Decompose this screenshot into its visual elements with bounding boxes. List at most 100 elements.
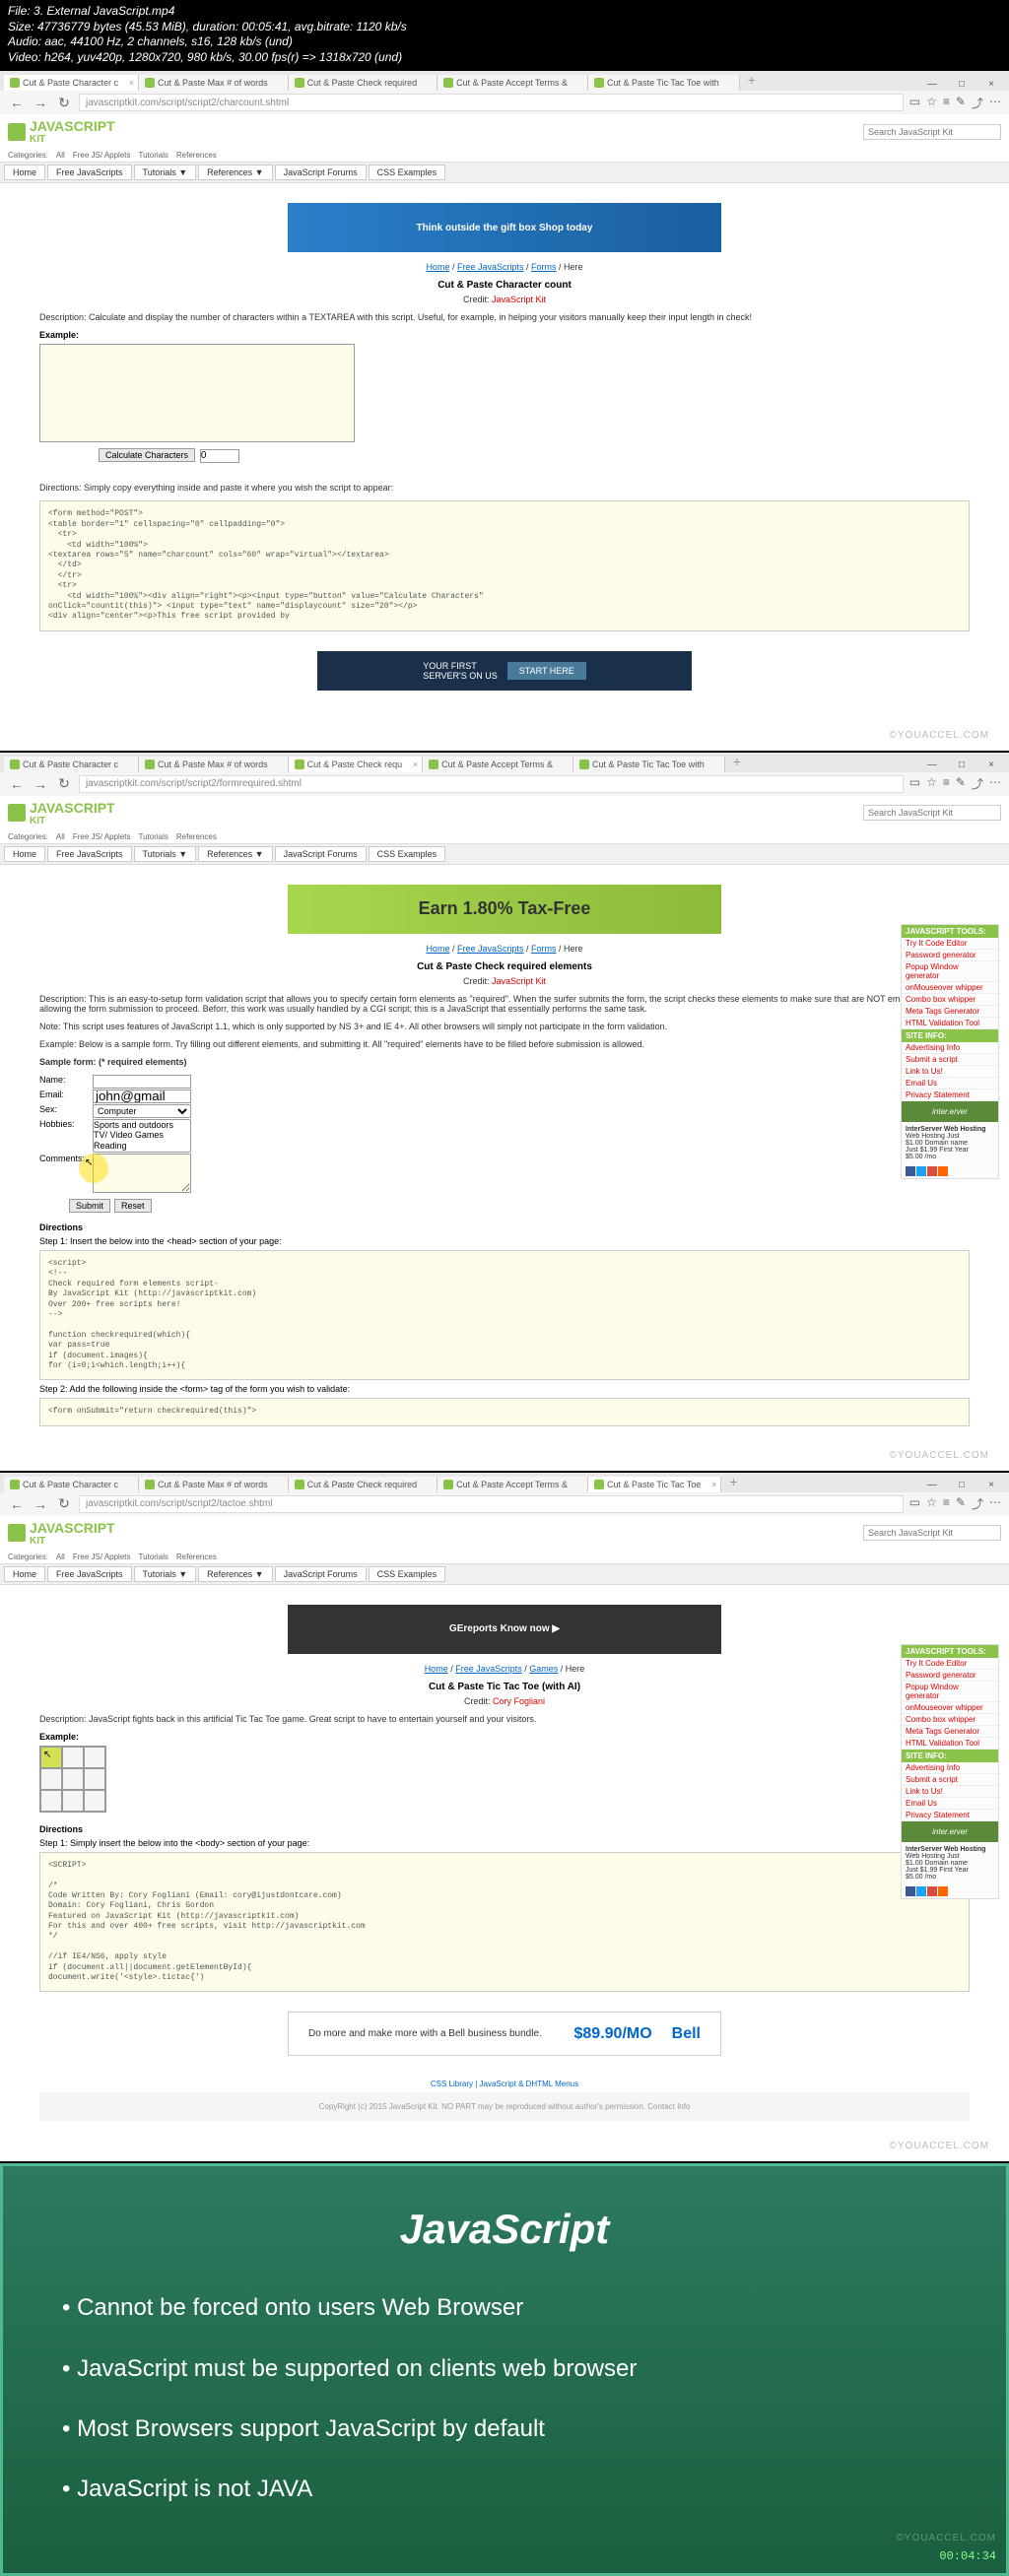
sidebar-item[interactable]: HTML Validation Tool (902, 1738, 998, 1750)
search-input[interactable] (863, 124, 1001, 140)
rss-icon[interactable] (938, 1886, 948, 1896)
credit-link[interactable]: JavaScript Kit (492, 295, 546, 304)
more-icon[interactable]: ⋯ (989, 95, 1001, 111)
ad-banner-blue[interactable]: Think outside the gift box Shop today (288, 203, 721, 252)
sidebar-item[interactable]: Meta Tags Generator (902, 1006, 998, 1018)
sidebar-item[interactable]: Popup Window generator (902, 961, 998, 982)
twitter-icon[interactable] (916, 1166, 926, 1176)
notes-icon[interactable]: ✎ (956, 1495, 966, 1512)
sidebar-item[interactable]: onMouseover whipper (902, 982, 998, 994)
sidebar-item[interactable]: Privacy Statement (902, 1090, 998, 1101)
crumb-home[interactable]: Home (425, 1664, 448, 1674)
tictactoe-cell[interactable] (40, 1768, 62, 1790)
cat-tutorials[interactable]: Tutorials (139, 832, 168, 841)
reading-view-icon[interactable]: ▭ (909, 1495, 920, 1512)
nav-css[interactable]: CSS Examples (369, 165, 446, 180)
close-icon[interactable]: × (413, 760, 418, 769)
favorite-icon[interactable]: ☆ (926, 95, 937, 111)
minimize-button[interactable]: — (918, 759, 946, 772)
tab-checkrequired[interactable]: Cut & Paste Check requ× (289, 757, 424, 772)
crumb-freescripts[interactable]: Free JavaScripts (457, 944, 524, 954)
facebook-icon[interactable] (906, 1886, 915, 1896)
hub-icon[interactable]: ≡ (943, 1495, 950, 1512)
hub-icon[interactable]: ≡ (943, 775, 950, 792)
sidebar-item[interactable]: Password generator (902, 950, 998, 961)
tab-checkrequired[interactable]: Cut & Paste Check required (289, 1477, 438, 1492)
close-icon[interactable]: × (129, 78, 134, 88)
nav-css[interactable]: CSS Examples (369, 1566, 446, 1582)
tictactoe-cell[interactable]: ↖ (40, 1747, 62, 1768)
hobbies-select[interactable]: Sports and outdoorsTV/ Video GamesReadin… (93, 1119, 191, 1153)
nav-tutorials[interactable]: Tutorials ▼ (134, 1566, 197, 1582)
credit-link[interactable]: JavaScript Kit (492, 976, 546, 986)
favorite-icon[interactable]: ☆ (926, 775, 937, 792)
url-input[interactable]: javascriptkit.com/script/script2/tactoe.… (79, 1495, 904, 1513)
server-ad[interactable]: YOUR FIRST SERVER'S ON US START HERE (317, 651, 692, 691)
nav-home[interactable]: Home (4, 165, 45, 180)
url-input[interactable]: javascriptkit.com/script/script2/charcou… (79, 94, 904, 111)
nav-forums[interactable]: JavaScript Forums (275, 846, 367, 862)
facebook-icon[interactable] (906, 1166, 915, 1176)
tictactoe-cell[interactable] (84, 1747, 105, 1768)
cat-tutorials[interactable]: Tutorials (139, 151, 168, 160)
rss-icon[interactable] (938, 1166, 948, 1176)
code-block-2[interactable]: <form onSubmit="return checkrequired(thi… (39, 1398, 970, 1425)
tictactoe-cell[interactable] (84, 1790, 105, 1812)
sidebar-item[interactable]: Submit a script (902, 1774, 998, 1786)
forward-button[interactable]: → (32, 1495, 49, 1513)
cat-tutorials[interactable]: Tutorials (139, 1552, 168, 1561)
sidebar-item[interactable]: Advertising Info (902, 1762, 998, 1774)
sidebar-item[interactable]: onMouseover whipper (902, 1702, 998, 1714)
tab-checkrequired[interactable]: Cut & Paste Check required (289, 75, 438, 91)
nav-home[interactable]: Home (4, 1566, 45, 1582)
nav-references[interactable]: References ▼ (198, 165, 272, 180)
nav-forums[interactable]: JavaScript Forums (275, 165, 367, 180)
nav-home[interactable]: Home (4, 846, 45, 862)
css-library-link[interactable]: CSS Library | JavaScript & DHTML Menus (39, 2076, 970, 2092)
reading-view-icon[interactable]: ▭ (909, 95, 920, 111)
tab-acceptterms[interactable]: Cut & Paste Accept Terms & (423, 757, 573, 772)
sidebar-item[interactable]: Combo box whipper (902, 994, 998, 1006)
gplus-icon[interactable] (927, 1166, 937, 1176)
close-button[interactable]: × (977, 1479, 1005, 1492)
nav-references[interactable]: References ▼ (198, 846, 272, 862)
search-input[interactable] (863, 1525, 1001, 1541)
demo-textarea[interactable] (39, 344, 355, 442)
new-tab-button[interactable]: + (725, 751, 749, 772)
notes-icon[interactable]: ✎ (956, 775, 966, 792)
bell-ad[interactable]: Do more and make more with a Bell busine… (288, 2012, 721, 2056)
refresh-button[interactable]: ↻ (55, 775, 73, 793)
crumb-home[interactable]: Home (426, 262, 449, 272)
sidebar-item[interactable]: Link to Us! (902, 1786, 998, 1798)
sidebar-item[interactable]: Submit a script (902, 1054, 998, 1066)
cat-references[interactable]: References (176, 151, 217, 160)
url-input[interactable]: javascriptkit.com/script/script2/formreq… (79, 775, 904, 793)
credit-link[interactable]: Cory Fogliani (493, 1696, 545, 1706)
nav-tutorials[interactable]: Tutorials ▼ (134, 165, 197, 180)
cat-free[interactable]: Free JS/ Applets (73, 832, 131, 841)
search-input[interactable] (863, 805, 1001, 821)
nav-tutorials[interactable]: Tutorials ▼ (134, 846, 197, 862)
more-icon[interactable]: ⋯ (989, 775, 1001, 792)
site-logo[interactable]: JAVASCRIPT KIT (8, 800, 115, 826)
cat-all[interactable]: All (56, 832, 65, 841)
hub-icon[interactable]: ≡ (943, 95, 950, 111)
sidebar-item[interactable]: Email Us (902, 1798, 998, 1810)
tab-maxwords[interactable]: Cut & Paste Max # of words (139, 75, 289, 91)
new-tab-button[interactable]: + (721, 1471, 745, 1492)
back-button[interactable]: ← (8, 775, 26, 793)
sidebar-ad[interactable]: inter.erver (902, 1821, 998, 1842)
crumb-freescripts[interactable]: Free JavaScripts (455, 1664, 522, 1674)
nav-freescripts[interactable]: Free JavaScripts (47, 846, 132, 862)
code-block[interactable]: <form method="POST"> <table border="1" c… (39, 500, 970, 630)
gplus-icon[interactable] (927, 1886, 937, 1896)
reset-button[interactable]: Reset (114, 1199, 152, 1213)
server-ad-button[interactable]: START HERE (507, 662, 586, 680)
more-icon[interactable]: ⋯ (989, 1495, 1001, 1512)
cat-free[interactable]: Free JS/ Applets (73, 151, 131, 160)
sidebar-item[interactable]: Link to Us! (902, 1066, 998, 1078)
submit-button[interactable]: Submit (69, 1199, 110, 1213)
maximize-button[interactable]: □ (948, 759, 975, 772)
maximize-button[interactable]: □ (948, 1479, 975, 1492)
nav-css[interactable]: CSS Examples (369, 846, 446, 862)
